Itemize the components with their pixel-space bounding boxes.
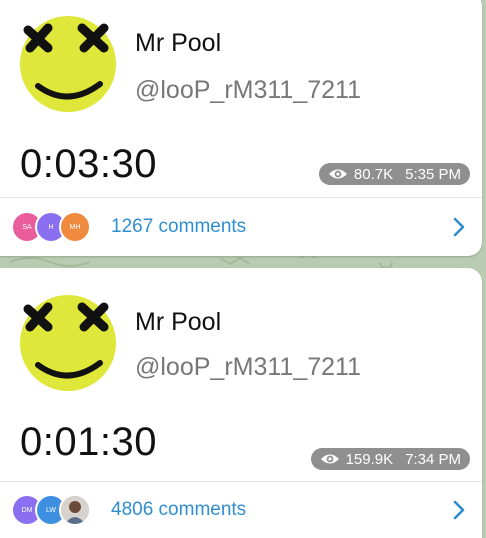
post-time: 5:35 PM [405,165,461,183]
eye-icon [320,454,339,464]
comments-row[interactable]: DM LW 4806 comments [0,487,482,533]
author-avatar[interactable] [20,16,116,112]
eye-icon [328,169,347,179]
video-post-card[interactable]: Mr Pool @looP_rM311_7211 0:03:30 80.7K 5… [0,0,482,256]
person-photo-icon [61,496,89,524]
author-handle[interactable]: @looP_rM311_7211 [135,76,361,105]
chevron-right-icon[interactable] [452,217,466,237]
author-name[interactable]: Mr Pool [135,29,221,58]
chevron-right-icon[interactable] [452,500,466,520]
view-count: 80.7K [353,165,394,183]
author-avatar[interactable] [20,295,116,391]
divider [0,481,482,482]
comments-link[interactable]: 1267 comments [111,216,246,238]
commenter-avatars: DM LW [11,492,97,528]
commenter-avatars: SA H MH [11,209,97,245]
commenter-photo-avatar [59,494,91,526]
views-time-badge: 159.9K 7:34 PM [310,448,470,470]
divider [0,197,482,198]
commenter-avatar: MH [59,211,91,243]
views-time-badge: 80.7K 5:35 PM [318,163,470,185]
view-count: 159.9K [345,450,394,468]
comments-row[interactable]: SA H MH 1267 comments [0,204,482,250]
video-post-card[interactable]: Mr Pool @looP_rM311_7211 0:01:30 159.9K … [0,268,482,538]
comments-link[interactable]: 4806 comments [111,499,246,521]
author-handle[interactable]: @looP_rM311_7211 [135,353,361,382]
video-duration: 0:03:30 [20,142,157,186]
author-name[interactable]: Mr Pool [135,308,221,337]
video-duration: 0:01:30 [20,420,157,464]
post-time: 7:34 PM [405,450,461,468]
